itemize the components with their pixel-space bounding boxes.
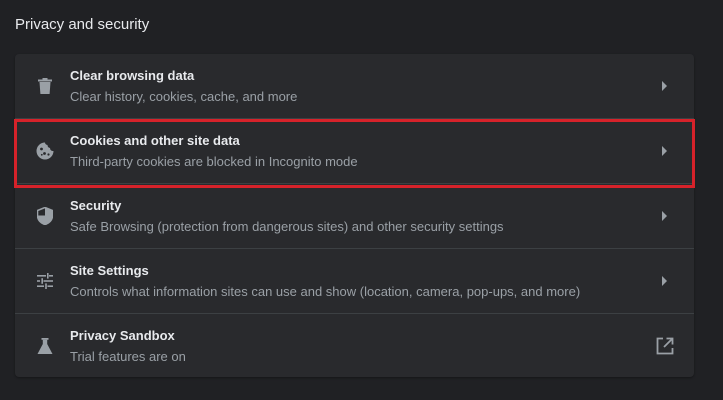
privacy-sandbox-row[interactable]: Privacy Sandbox Trial features are on bbox=[15, 314, 694, 378]
security-row[interactable]: Security Safe Browsing (protection from … bbox=[15, 184, 694, 248]
clear-browsing-data-row[interactable]: Clear browsing data Clear history, cooki… bbox=[15, 54, 694, 118]
row-label: Cookies and other site data bbox=[70, 133, 240, 148]
row-label: Security bbox=[70, 198, 122, 213]
chevron-right-icon bbox=[658, 275, 670, 287]
row-label: Site Settings bbox=[70, 263, 149, 278]
cookies-site-data-row[interactable]: Cookies and other site data Third-party … bbox=[15, 119, 694, 183]
trash-icon bbox=[35, 76, 55, 96]
chevron-right-icon bbox=[658, 145, 670, 157]
flask-icon bbox=[35, 336, 55, 356]
privacy-security-card: Clear browsing data Clear history, cooki… bbox=[15, 54, 694, 377]
section-title: Privacy and security bbox=[15, 16, 150, 33]
shield-icon bbox=[35, 206, 55, 226]
cookie-icon bbox=[35, 141, 55, 161]
row-sublabel: Trial features are on bbox=[70, 349, 186, 364]
row-label: Privacy Sandbox bbox=[70, 328, 175, 343]
chevron-right-icon bbox=[658, 210, 670, 222]
row-sublabel: Safe Browsing (protection from dangerous… bbox=[70, 219, 504, 234]
tune-sliders-icon bbox=[35, 271, 55, 291]
row-sublabel: Controls what information sites can use … bbox=[70, 284, 581, 299]
site-settings-row[interactable]: Site Settings Controls what information … bbox=[15, 249, 694, 313]
open-in-new-icon[interactable] bbox=[656, 337, 674, 355]
row-sublabel: Clear history, cookies, cache, and more bbox=[70, 89, 298, 104]
chevron-right-icon bbox=[658, 80, 670, 92]
settings-page: Privacy and security Clear browsing data… bbox=[0, 0, 723, 400]
row-sublabel: Third-party cookies are blocked in Incog… bbox=[70, 154, 358, 169]
row-label: Clear browsing data bbox=[70, 68, 195, 83]
